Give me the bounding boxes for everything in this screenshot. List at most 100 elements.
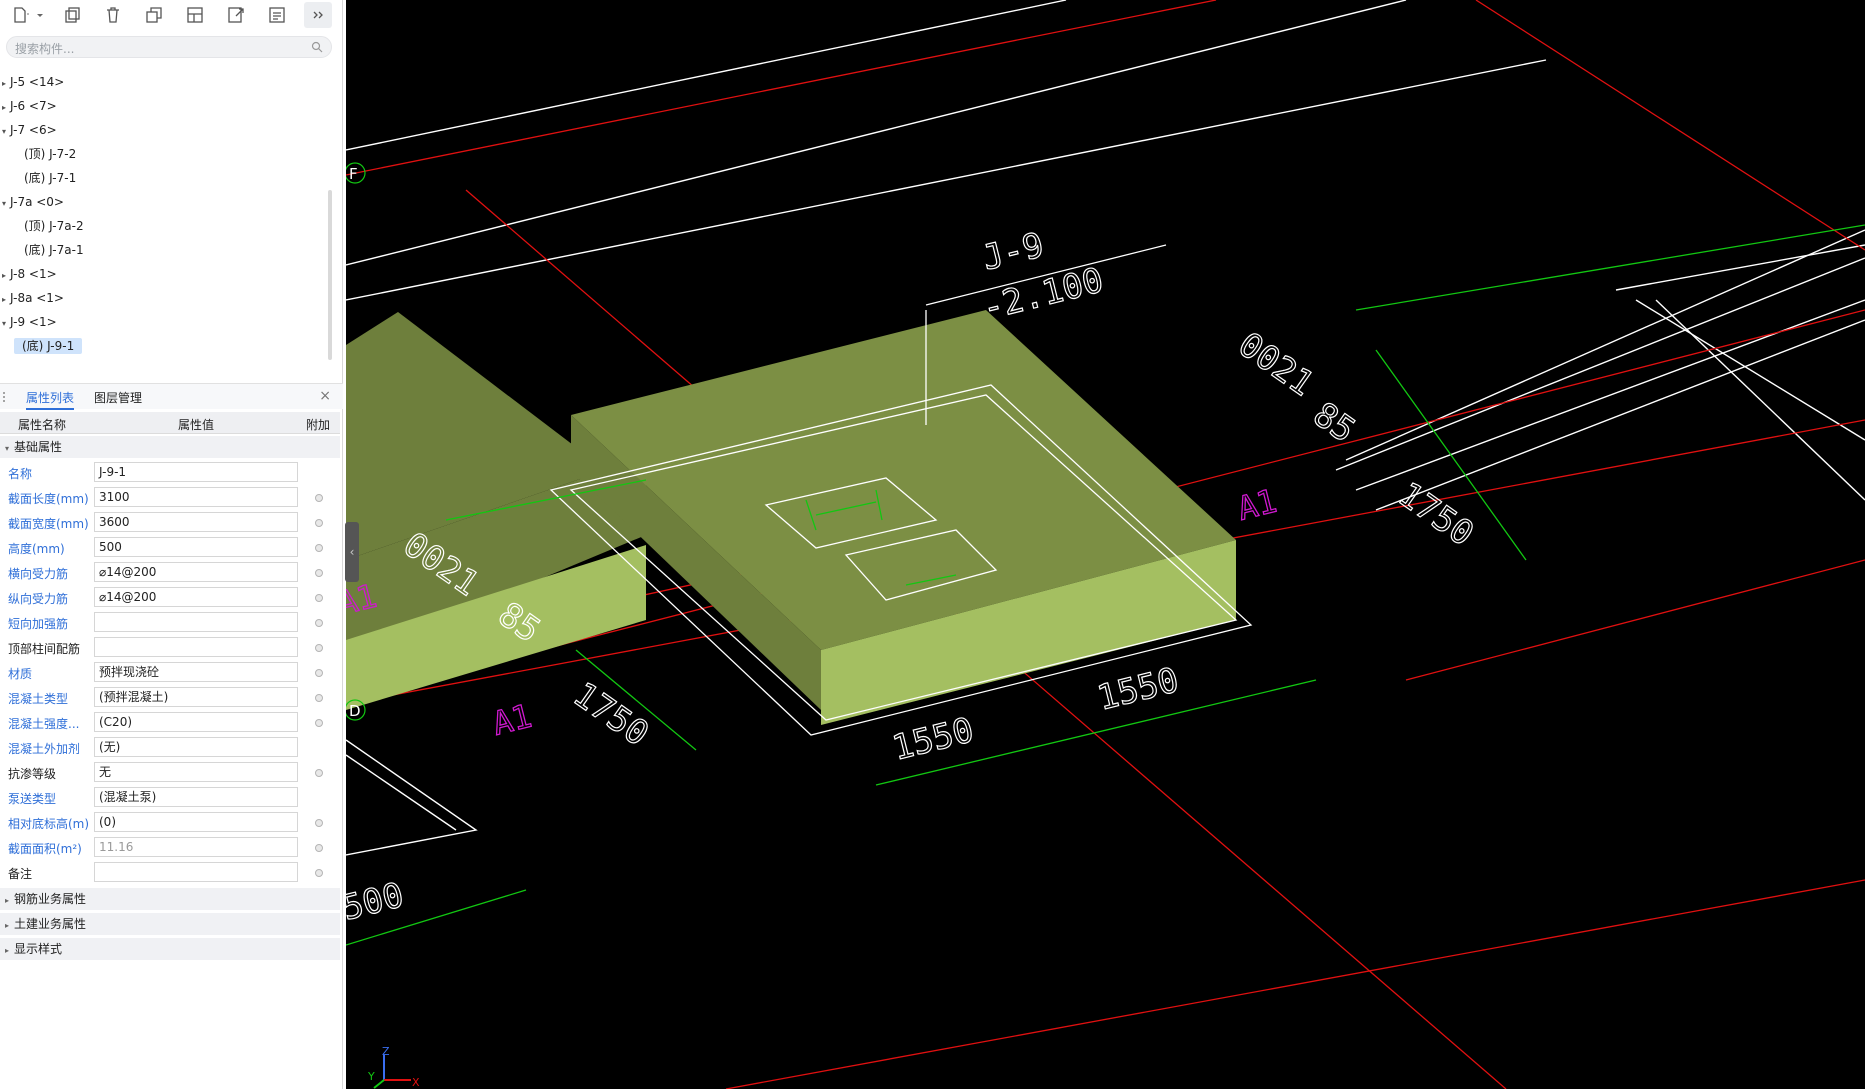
attach-checkbox[interactable] [315,719,323,727]
chevron-right-icon: ▸ [4,896,9,905]
attach-checkbox[interactable] [315,569,323,577]
group-rebar[interactable]: ▸ 钢筋业务属性 [0,888,340,910]
property-name: 高度(mm) [8,542,65,556]
attach-checkbox[interactable] [315,644,323,652]
chevron-right-icon: ▸ [2,271,7,280]
copy-button[interactable] [58,2,86,28]
property-name: 材质 [8,667,33,681]
tab-properties[interactable]: 属性列表 [26,389,75,410]
tree-item[interactable]: ▸ J-5 <14> [2,72,64,92]
layer-button[interactable] [181,2,209,28]
property-name: 混凝土强度... [8,717,80,731]
list-button[interactable] [263,2,291,28]
tree-scrollbar[interactable] [328,190,332,360]
attach-checkbox[interactable] [315,544,323,552]
group-display[interactable]: ▸ 显示样式 [0,938,340,960]
svg-text:Y: Y [367,1070,375,1083]
property-name: 混凝土类型 [8,692,69,706]
property-value-field[interactable]: (C20) [94,712,298,732]
duplicate-button[interactable] [140,2,168,28]
group-basic[interactable]: ▾ 基础属性 [0,436,340,458]
tree-item[interactable]: ▸ J-8 <1> [2,264,57,284]
property-value-field[interactable]: (无) [94,737,298,757]
attach-checkbox[interactable] [315,594,323,602]
attach-checkbox[interactable] [315,669,323,677]
attach-checkbox[interactable] [315,819,323,827]
attach-checkbox[interactable] [315,494,323,502]
property-row: 材质 预拌现浇砼 [0,660,340,685]
tree-item[interactable]: ▸ J-6 <7> [2,96,57,116]
tree-item[interactable]: ▾ J-7a <0> [2,192,64,212]
export-button[interactable] [222,2,250,28]
group-civil[interactable]: ▸ 土建业务属性 [0,913,340,935]
property-value-field[interactable]: ⌀14@200 [94,587,298,607]
property-value-field[interactable]: 11.16 [94,837,298,857]
attach-checkbox[interactable] [315,769,323,777]
property-value-field[interactable] [94,612,298,632]
tree-item[interactable]: (底) J-7a-1 [24,240,84,260]
search-input[interactable]: 搜索构件... [6,36,332,58]
property-name: 顶部柱间配筋 [8,642,81,656]
property-value-field[interactable]: (混凝土泵) [94,787,298,807]
drag-handle[interactable] [2,391,6,403]
attach-checkbox[interactable] [315,619,323,627]
duplicate-icon [146,7,162,23]
chevron-right-icon: ▸ [4,921,9,930]
property-value-field[interactable]: 500 [94,537,298,557]
property-value-field[interactable] [94,637,298,657]
tree-item[interactable]: ▾ J-7 <6> [2,120,57,140]
property-table-header: 属性名称 属性值 附加 [0,412,340,434]
attach-checkbox[interactable] [315,869,323,877]
chevron-down-icon: ▾ [2,127,7,136]
attach-checkbox[interactable] [315,519,323,527]
property-row: 截面长度(mm) 3100 [0,485,340,510]
chevron-left-icon: ‹ [349,545,355,559]
search-placeholder: 搜索构件... [15,42,75,56]
property-value-field[interactable]: 无 [94,762,298,782]
export-icon [228,7,244,23]
tree-item-selected[interactable]: (底) J-9-1 [14,336,83,356]
header-extra: 附加 [306,418,331,432]
chevron-down-icon [37,14,43,17]
close-icon[interactable]: × [319,388,331,404]
tree-item[interactable]: (顶) J-7a-2 [24,216,84,236]
property-value-field[interactable]: (0) [94,812,298,832]
tab-layers[interactable]: 图层管理 [94,389,142,406]
property-value-field[interactable]: 3600 [94,512,298,532]
tree-item[interactable]: (顶) J-7-2 [24,144,76,164]
axis-bubble-d: D [346,699,366,721]
property-name: 截面面积(m²) [8,842,82,856]
cad-canvas[interactable]: J-9 -2.100 1550 1550 1500 1750 1750 0021… [346,0,1865,1089]
property-value-field[interactable]: J-9-1 [94,462,298,482]
chevron-right-icon: ▸ [2,79,7,88]
chevron-down-icon: ▾ [2,319,7,328]
svg-text:F: F [349,165,358,183]
header-name: 属性名称 [18,418,67,432]
property-value-field[interactable]: ⌀14@200 [94,562,298,582]
property-name: 备注 [8,867,33,881]
property-name: 名称 [8,467,33,481]
property-row: 截面宽度(mm) 3600 [0,510,340,535]
tree-item[interactable]: ▾ J-9 <1> [2,312,57,332]
new-dropdown-button[interactable] [34,2,46,28]
tree-item[interactable]: ▸ J-8a <1> [2,288,64,308]
delete-button[interactable] [99,2,127,28]
collapse-panel-button[interactable]: ‹ [345,522,359,582]
property-row: 抗渗等级 无 [0,760,340,785]
more-tools-button[interactable] [304,2,332,28]
attach-checkbox[interactable] [315,694,323,702]
property-value-field[interactable]: (预拌混凝土) [94,687,298,707]
3d-viewport[interactable]: J-9 -2.100 1550 1550 1500 1750 1750 0021… [346,0,1865,1089]
new-component-button[interactable] [6,2,34,28]
svg-text:Z: Z [382,1045,390,1058]
attach-checkbox[interactable] [315,844,323,852]
tree-item[interactable]: (底) J-7-1 [24,168,76,188]
property-name: 抗渗等级 [8,767,57,781]
property-value-field[interactable]: 预拌现浇砼 [94,662,298,682]
list-icon [269,7,285,23]
property-value-field[interactable] [94,862,298,882]
property-value-field[interactable]: 3100 [94,487,298,507]
axes-gizmo: Z X Y [367,1045,420,1089]
property-row: 纵向受力筋 ⌀14@200 [0,585,340,610]
property-name: 横向受力筋 [8,567,69,581]
